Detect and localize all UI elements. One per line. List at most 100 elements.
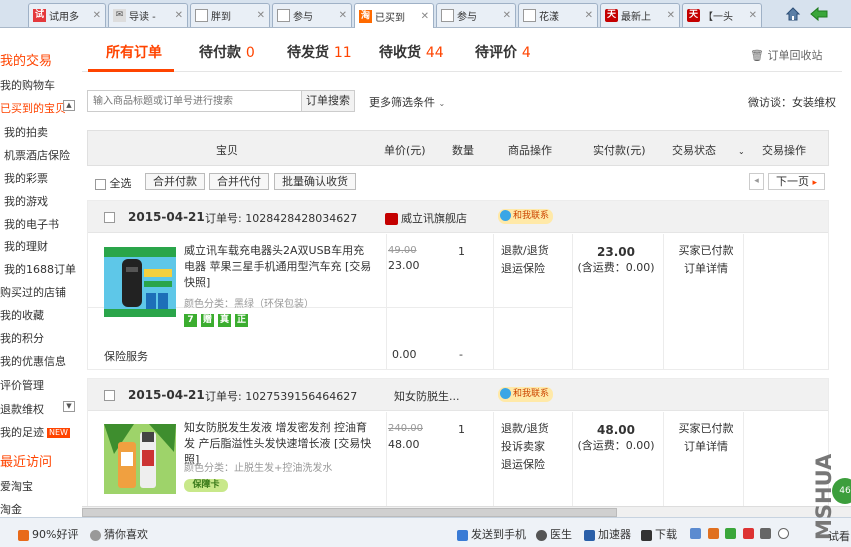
sidebar-item-taojin[interactable]: 淘金 — [0, 501, 22, 516]
interview-link[interactable]: 微访谈：女装维权 — [748, 94, 836, 110]
window-icon[interactable] — [690, 527, 701, 539]
order-checkbox[interactable] — [104, 390, 115, 401]
select-all-checkbox[interactable] — [95, 178, 106, 190]
close-icon[interactable]: ✕ — [257, 10, 265, 21]
seven-day-return-icon[interactable]: 7 — [184, 314, 197, 327]
refund-return-link[interactable]: 退款/退货 — [501, 420, 549, 438]
sidebar-item-footprint[interactable]: 我的足迹 NEW — [0, 424, 70, 440]
sidebar-item-1688[interactable]: 我的1688订单 — [4, 261, 76, 277]
plugin-icon[interactable] — [742, 527, 754, 539]
speaker-icon[interactable] — [760, 527, 771, 539]
close-icon[interactable]: ✕ — [749, 10, 757, 21]
merge-proxy-pay-button[interactable]: 合并代付 — [209, 173, 269, 190]
rating-indicator[interactable]: 90%好评 — [18, 526, 78, 542]
complain-seller-link[interactable]: 投诉卖家 — [501, 438, 549, 456]
close-icon[interactable]: ✕ — [93, 10, 101, 21]
doctor-tool[interactable]: 医生 — [536, 526, 572, 542]
browser-tab[interactable]: 参与 ✕ — [272, 3, 352, 27]
service-tags: 保障卡 — [184, 479, 232, 492]
close-icon[interactable]: ✕ — [421, 11, 429, 22]
leaf-icon[interactable] — [725, 527, 736, 539]
sidebar-item-refunds[interactable]: 退款维权 — [0, 401, 44, 417]
scrollbar-thumb[interactable] — [82, 508, 617, 517]
sidebar-item-bought[interactable]: 已买到的宝贝 — [0, 100, 66, 116]
genuine-icon[interactable]: 正 — [235, 314, 248, 327]
sidebar-item-reviews[interactable]: 评价管理 — [0, 377, 44, 393]
accelerator-tool[interactable]: 加速器 — [584, 526, 631, 542]
browser-tab[interactable]: 天【一头 ✕ — [682, 3, 762, 27]
home-icon[interactable] — [785, 6, 801, 22]
sidebar-item-auction[interactable]: 我的拍卖 — [4, 124, 48, 140]
select-all[interactable]: 全选 — [95, 175, 132, 191]
expand-toggle-icon[interactable]: ▼ — [63, 401, 75, 412]
order-detail-link[interactable]: 订单详情 — [671, 260, 741, 278]
sidebar-item-cart[interactable]: 我的购物车 — [0, 77, 55, 93]
tab-pending-payment[interactable]: 待付款 0 — [199, 42, 255, 62]
unit-price: 23.00 — [388, 259, 420, 272]
order-search-button[interactable]: 订单搜索 — [301, 90, 355, 112]
browser-tab[interactable]: 参与 ✕ — [436, 3, 516, 27]
refund-return-link[interactable]: 退款/退货 — [501, 242, 549, 260]
contact-seller-button[interactable]: 和我联系 — [498, 387, 554, 402]
horizontal-scrollbar[interactable] — [82, 506, 851, 517]
return-insurance-link[interactable]: 退运保险 — [501, 260, 549, 278]
prev-page-button[interactable]: ◂ — [749, 173, 764, 190]
browser-tab[interactable]: 试试用多 ✕ — [28, 3, 106, 27]
return-insurance-link[interactable]: 退运保险 — [501, 456, 549, 474]
product-title-link[interactable]: 威立讯车载充电器头2A双USB车用充电器 苹果三星手机通用型汽车充 [交易快照] — [184, 243, 374, 291]
order-search-input[interactable] — [87, 90, 302, 112]
browser-tab-active[interactable]: 淘已买到 ✕ — [354, 3, 434, 28]
guarantee-card-icon[interactable]: 保障卡 — [184, 479, 228, 492]
authentic-icon[interactable]: 真 — [218, 314, 231, 327]
sidebar-item-favorites[interactable]: 我的收藏 — [0, 307, 44, 323]
order-checkbox[interactable] — [104, 212, 115, 223]
browser-tab[interactable]: 花漾 ✕ — [518, 3, 598, 27]
next-page-button[interactable]: 下一页 ▸ — [768, 173, 825, 190]
sidebar-item-coupons[interactable]: 我的优惠信息 — [0, 353, 66, 369]
sidebar-item-games[interactable]: 我的游戏 — [4, 193, 48, 209]
guess-you-like[interactable]: 猜你喜欢 — [90, 526, 148, 542]
shop-name-link[interactable]: 知女防脱生... — [394, 388, 460, 404]
shop-name-link[interactable]: 威立讯旗舰店 — [385, 210, 467, 226]
browser-tab[interactable]: 天最新上 ✕ — [600, 3, 680, 27]
send-to-phone[interactable]: 发送到手机 — [457, 526, 526, 542]
more-filters-dropdown[interactable]: 更多筛选条件 ⌄ — [369, 94, 445, 110]
contact-seller-button[interactable]: 和我联系 — [498, 209, 554, 224]
sidebar-item-lottery[interactable]: 我的彩票 — [4, 170, 48, 186]
sidebar-item-shops[interactable]: 购买过的店铺 — [0, 284, 66, 300]
sidebar-item-travel[interactable]: 机票酒店保险 — [4, 147, 70, 163]
sidebar-item-ebooks[interactable]: 我的电子书 — [4, 216, 59, 232]
close-icon[interactable]: ✕ — [175, 10, 183, 21]
tab-favicon: 天 — [687, 9, 700, 22]
sidebar-item-aitaobao[interactable]: 爱淘宝 — [0, 478, 33, 494]
sidebar-item-finance[interactable]: 我的理财 — [4, 238, 48, 254]
col-status[interactable]: 交易状态 ⌄ — [672, 142, 745, 158]
status-text: 买家已付款 — [678, 244, 734, 257]
order-recycle-bin-link[interactable]: 🗑 订单回收站 — [750, 47, 822, 63]
tab-pending-receipt[interactable]: 待收货 44 — [379, 42, 444, 62]
floating-badge[interactable]: 46 — [832, 478, 851, 504]
browser-tab[interactable]: ✉ 导读 - ✕ — [108, 3, 188, 27]
sidebar-item-points[interactable]: 我的积分 — [0, 330, 44, 346]
extension-icon[interactable] — [707, 527, 719, 539]
browser-tab[interactable]: 胖到 ✕ — [190, 3, 270, 27]
close-icon[interactable]: ✕ — [339, 10, 347, 21]
product-image[interactable] — [104, 424, 176, 494]
collapse-toggle-icon[interactable]: ▲ — [63, 100, 75, 111]
order-detail-link[interactable]: 订单详情 — [671, 438, 741, 456]
tab-pending-shipment[interactable]: 待发货 11 — [287, 42, 352, 62]
tab-pending-review[interactable]: 待评价 4 — [475, 42, 531, 62]
download-tool[interactable]: 下载 — [641, 526, 677, 542]
tmall-shop-icon — [385, 213, 398, 225]
gift-icon[interactable]: 赠 — [201, 314, 214, 327]
batch-confirm-receipt-button[interactable]: 批量确认收货 — [274, 173, 356, 190]
close-icon[interactable]: ✕ — [585, 10, 593, 21]
product-variant: 颜色分类：止脱生发+控油洗发水 — [184, 463, 333, 474]
tab-all-orders[interactable]: 所有订单 — [106, 42, 162, 62]
close-icon[interactable]: ✕ — [503, 10, 511, 21]
merge-pay-button[interactable]: 合并付款 — [145, 173, 205, 190]
product-image[interactable] — [104, 247, 176, 317]
zoom-icon[interactable] — [777, 527, 789, 539]
back-arrow-icon[interactable] — [809, 6, 829, 22]
close-icon[interactable]: ✕ — [667, 10, 675, 21]
